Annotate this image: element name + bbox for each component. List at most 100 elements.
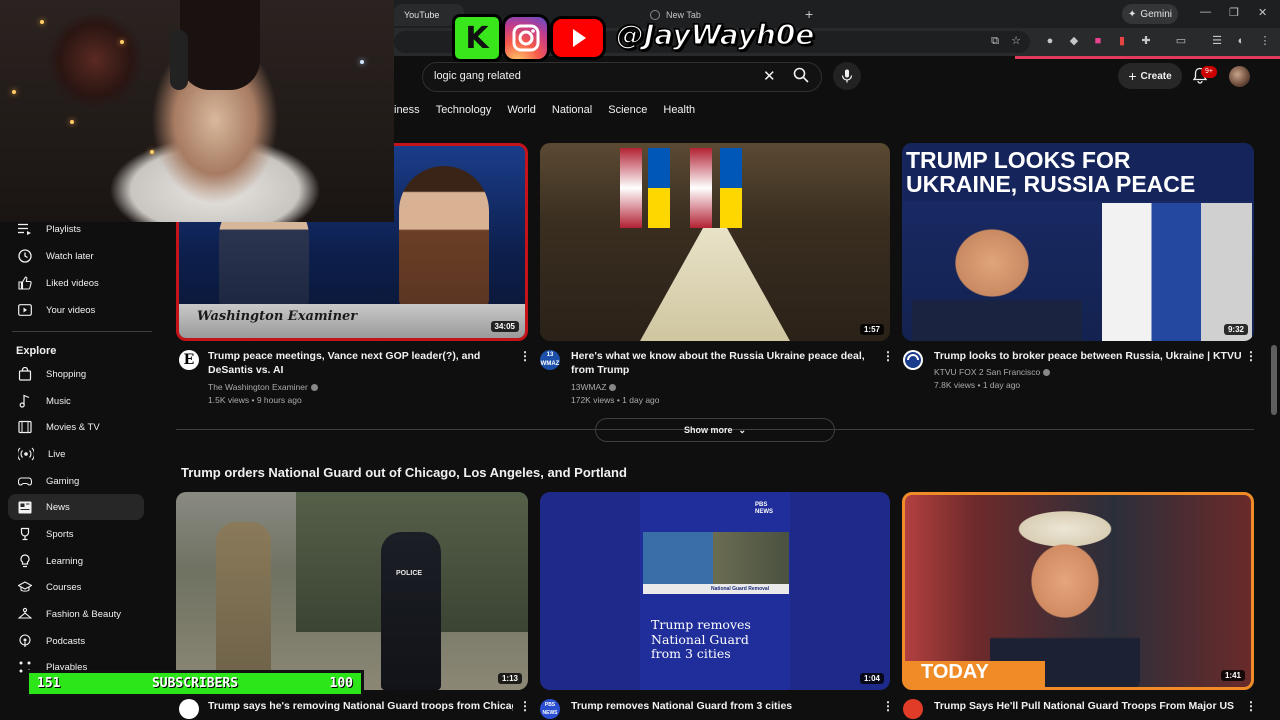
menu-lines-icon[interactable]: ☰ [1210,34,1224,48]
newspaper-icon [18,501,32,513]
gemini-button[interactable]: ✦ Gemini [1122,4,1178,24]
channel-avatar[interactable]: E [179,350,199,370]
tab-world[interactable]: World [507,104,536,116]
thumb-text: UKRAINE, RUSSIA PEACE [906,171,1196,197]
verified-icon [609,384,617,392]
video-title[interactable]: Trump Says He'll Pull National Guard Tro… [934,699,1234,713]
tab-science[interactable]: Science [608,104,647,116]
tab-national[interactable]: National [552,104,592,116]
sidebar-item-news[interactable]: News [8,494,144,520]
channel-name[interactable]: The Washington Examiner [208,381,318,394]
more-vert-icon[interactable]: ⋮ [882,699,894,713]
video-title[interactable]: Trump removes National Guard from 3 citi… [571,699,877,713]
minimize-icon[interactable]: — [1200,6,1211,18]
voice-search-button[interactable] [833,62,861,90]
more-vert-icon[interactable]: ⋮ [519,349,531,363]
cast-icon[interactable]: ▭ [1174,34,1188,48]
video-title[interactable]: Trump says he's removing National Guard … [208,699,513,713]
video-thumbnail[interactable]: PBS NEWS National Guard Removal Trump re… [540,492,890,690]
channel-avatar[interactable] [179,699,199,719]
us-flag [620,148,642,228]
more-vert-icon[interactable]: ⋮ [1245,349,1257,363]
video-stats: 1.5K views • 9 hours ago [208,395,302,405]
sidebar-item-your-videos[interactable]: Your videos [8,297,144,323]
clear-search-icon[interactable]: ✕ [763,67,776,85]
sidebar-item-label: Live [48,448,66,460]
sidebar-item-music[interactable]: Music [8,388,144,414]
search-query: logic gang related [434,70,521,82]
sidebar-item-shopping[interactable]: Shopping [8,361,144,387]
anchor-figure [399,166,489,306]
tab-business[interactable]: iness [394,104,420,116]
sidebar-item-watch-later[interactable]: Watch later [8,243,144,269]
puzzle-icon[interactable]: ✚ [1139,34,1153,48]
screen: YouTube New Tab + ✦ Gemini — ❐ ✕ ⧉ ☆ ● ◆… [0,0,1280,720]
show-more-button[interactable]: Show more ⌄ [595,418,835,442]
upload-age: 1 day ago [622,395,660,405]
channel-avatar[interactable] [903,699,923,719]
sidebar-item-label: Your videos [46,304,96,316]
extension-icon[interactable]: ◆ [1067,34,1081,48]
sidebar-item-movies-tv[interactable]: Movies & TV [8,414,144,440]
page-scrollbar[interactable] [1271,345,1277,415]
more-vert-icon[interactable]: ⋮ [519,699,531,713]
video-title[interactable]: Trump peace meetings, Vance next GOP lea… [208,349,508,377]
video-title[interactable]: Trump looks to broker peace between Russ… [934,349,1244,363]
sidebar-item-label: Learning [46,555,83,567]
maximize-icon[interactable]: ❐ [1229,6,1239,19]
install-icon[interactable]: ⧉ [988,34,1002,48]
tab-technology[interactable]: Technology [436,104,492,116]
video-title[interactable]: Here's what we know about the Russia Ukr… [571,349,877,377]
more-vert-icon[interactable]: ⋮ [1245,699,1257,713]
more-vert-icon[interactable]: ⋮ [882,349,894,363]
video-duration: 34:05 [490,321,519,332]
upload-age: 9 hours ago [256,395,302,405]
sidebar-item-liked-videos[interactable]: Liked videos [8,270,144,296]
live-icon [18,447,34,461]
sidebar-item-fashion-beauty[interactable]: Fashion & Beauty [8,601,144,627]
channel-avatar[interactable] [903,350,923,370]
sidebar-explore-heading: Explore [16,345,57,357]
video-thumbnail[interactable]: POLICE 1:13 [176,492,528,690]
fox-logo-icon [905,352,921,368]
sidebar-item-sports[interactable]: Sports [8,521,144,547]
sidebar-item-courses[interactable]: Courses [8,574,144,600]
hair [180,0,260,90]
video-thumbnail[interactable]: TODAY 1:41 [902,492,1254,690]
thumb-text: Trump removes National Guard from 3 citi… [651,617,751,661]
video-duration: 1:41 [1220,670,1245,681]
conference-table [640,228,790,341]
sidebar-item-podcasts[interactable]: Podcasts [8,628,144,654]
subscriber-goal: 100 [329,676,353,691]
thumb-text: Washington Examiner [197,309,358,324]
sidebar-item-label: Podcasts [46,635,86,647]
extension-icon[interactable]: ● [1043,34,1057,48]
channel-avatar[interactable]: 13 WMAZ [540,350,560,370]
thumb-text: TODAY [921,661,989,683]
channel-name[interactable]: 13WMAZ [571,381,617,394]
video-thumbnail[interactable]: 1:57 [540,143,890,341]
channel-avatar[interactable]: PBS NEWS [540,699,560,719]
sidebar-item-gaming[interactable]: Gaming [8,468,144,494]
search-icon[interactable] [793,67,809,88]
channel-label: KTVU FOX 2 San Francisco [934,367,1041,377]
video-thumbnail[interactable]: TRUMP LOOKS FOR UKRAINE, RUSSIA PEACE 9:… [902,143,1254,341]
sidebar-item-label: Gaming [46,475,80,487]
account-avatar[interactable] [1229,66,1250,87]
extension-icon[interactable]: ■ [1091,34,1105,48]
extension-icon[interactable]: ▮ [1115,34,1129,48]
channel-name[interactable]: KTVU FOX 2 San Francisco [934,366,1051,379]
upload-age: 1 day ago [982,380,1021,390]
tab-health[interactable]: Health [663,104,695,116]
thumb-text: POLICE [396,570,423,577]
more-vert-icon[interactable]: ⋮ [1258,34,1272,48]
sidebar-item-label: Music [46,395,71,407]
sidebar-item-live[interactable]: Live [8,441,144,467]
video-stats: 7.8K views • 1 day ago [934,380,1021,390]
create-button[interactable]: + Create [1118,63,1182,89]
bookmark-star-icon[interactable]: ☆ [1009,34,1023,48]
sidebar-item-learning[interactable]: Learning [8,548,144,574]
chevron-down-icon: ⌄ [738,424,747,435]
close-window-icon[interactable]: ✕ [1258,6,1267,19]
profile-icon[interactable]: ◐ [1234,34,1248,48]
